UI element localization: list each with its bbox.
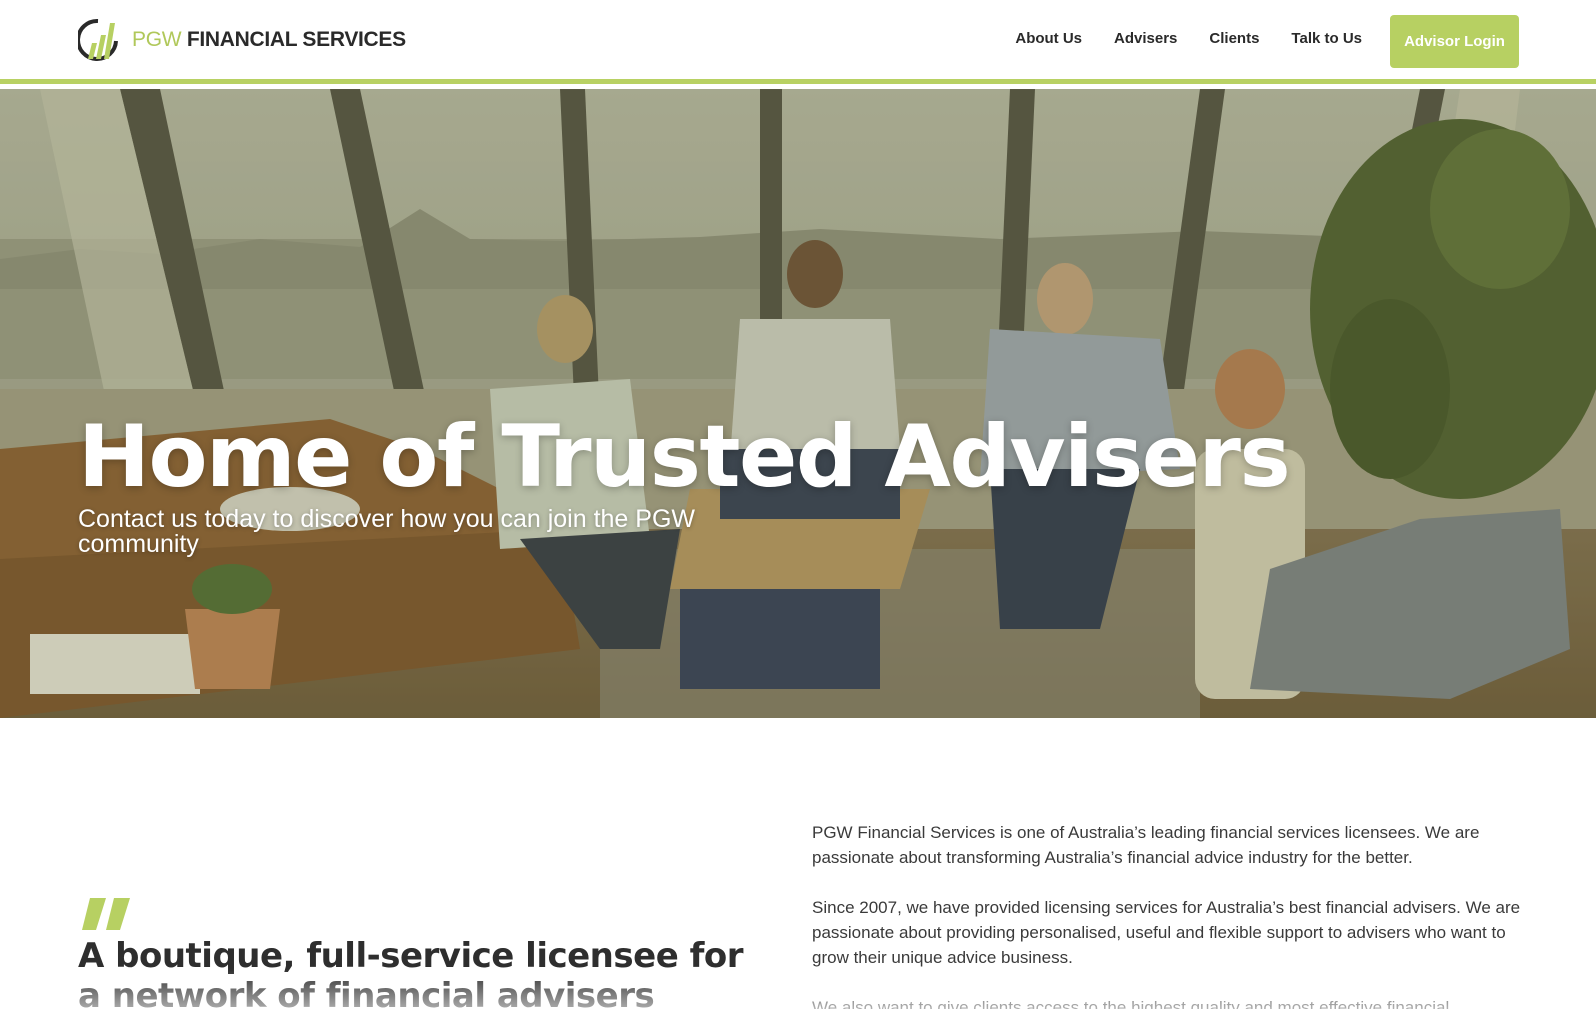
intro-tagline: A boutique, full-service licensee for a … — [78, 936, 744, 1009]
quote-mark-icon — [82, 898, 130, 930]
site-logo[interactable]: PGW FINANCIAL SERVICES — [78, 15, 406, 65]
about-paragraph: Since 2007, we have provided licensing s… — [812, 898, 1521, 967]
about-paragraph: We also want to give clients access to t… — [812, 998, 1450, 1009]
about-text: PGW Financial Services is one of Austral… — [812, 820, 1524, 1009]
hero-banner: Home of Trusted Advisers Contact us toda… — [0, 89, 1596, 718]
hero-subtitle: Contact us today to discover how you can… — [78, 505, 695, 558]
nav-advisers[interactable]: Advisers — [1114, 30, 1177, 47]
nav-clients[interactable]: Clients — [1209, 30, 1259, 47]
nav-about-us[interactable]: About Us — [1015, 30, 1082, 47]
hero-office-photo — [0, 89, 1596, 718]
hero-title: Home of Trusted Advisers — [78, 407, 1291, 507]
advisor-login-button[interactable]: Advisor Login — [1390, 15, 1519, 68]
nav-talk-to-us[interactable]: Talk to Us — [1291, 30, 1362, 47]
brand-name-accent: PGW — [132, 28, 182, 51]
about-paragraph: PGW Financial Services is one of Austral… — [812, 823, 1480, 867]
brand-name: PGW FINANCIAL SERVICES — [132, 28, 406, 52]
main-nav: About Us Advisers Clients Talk to Us — [1015, 30, 1362, 47]
pgw-bars-logo-icon — [78, 18, 118, 61]
brand-name-rest: FINANCIAL SERVICES — [186, 28, 406, 51]
site-header: PGW FINANCIAL SERVICES About Us Advisers… — [0, 0, 1596, 84]
